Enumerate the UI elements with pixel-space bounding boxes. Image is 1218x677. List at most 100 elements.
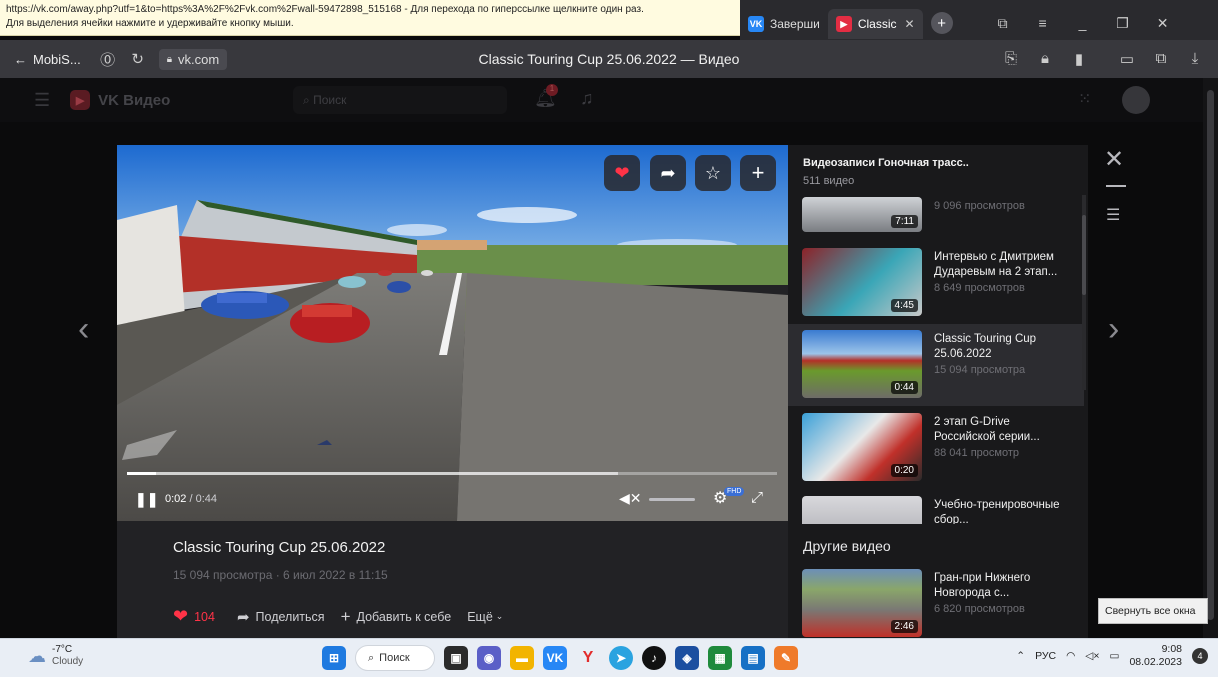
playlist-item-current[interactable]: 0:44 Classic Touring Cup 25.06.2022 15 0… (788, 324, 1084, 406)
tab-vk[interactable]: VK Заверши (740, 9, 828, 39)
wifi-icon[interactable]: ◠ (1066, 650, 1075, 662)
vpn-shield-icon[interactable]: ◈ (675, 646, 699, 670)
excel-icon[interactable]: ▦ (708, 646, 732, 670)
playlist-item[interactable]: Учебно-тренировочные сбор... (788, 490, 1084, 524)
bookmark-icon[interactable]: ▮ (1064, 50, 1094, 68)
share-button[interactable]: ➦ Поделиться (237, 608, 325, 626)
taskbar: ☁ -7°C Cloudy ⊞ ⌕ Поиск ▣ ◉ ▬ VK Y ➤ ♪ ◈… (0, 638, 1218, 677)
prev-video-arrow-icon[interactable]: ‹ (78, 310, 89, 349)
modal-controls: ✕ ☰ (1100, 145, 1136, 235)
apps-grid-icon[interactable]: ⁙ (1078, 89, 1091, 109)
duration-badge: 2:46 (890, 620, 918, 633)
like-button[interactable]: ❤ 104 (173, 606, 215, 627)
tab-classic[interactable]: ▶ Classic ✕ (827, 9, 923, 39)
search-icon: ⌕ (368, 651, 375, 664)
lock-icon: 🔒︎ (166, 53, 173, 65)
plus-icon: + (340, 606, 351, 626)
video-title: Classic Touring Cup 25.06.2022 (173, 539, 386, 556)
back-arrow-icon: ← (14, 51, 27, 67)
volume-muted-icon[interactable]: ◁× (1085, 650, 1099, 662)
duration-badge: 7:11 (891, 215, 918, 228)
tabs-icon[interactable]: ⧉ (983, 15, 1023, 32)
weather-temp: -7°C (52, 644, 73, 655)
clock[interactable]: 9:08 08.02.2023 (1129, 643, 1182, 669)
minimize-modal-icon[interactable] (1106, 185, 1126, 187)
minimize-button[interactable]: _ (1063, 15, 1103, 31)
paint-icon[interactable]: ✎ (774, 646, 798, 670)
tiktok-icon[interactable]: ♪ (642, 646, 666, 670)
time-display: 0:02 / 0:44 (165, 493, 217, 505)
file-explorer-icon[interactable]: ▬ (510, 646, 534, 670)
battery-icon[interactable]: ▭ (1112, 50, 1142, 68)
taskbar-search[interactable]: ⌕ Поиск (355, 645, 435, 671)
url-field[interactable]: 🔒︎ vk.com (158, 48, 228, 70)
more-button[interactable]: Ещё ⌄ (467, 610, 503, 624)
video-meta: 15 094 просмотра · 6 июл 2022 в 11:15 (173, 568, 388, 582)
add-to-mine-button[interactable]: + Добавить к себе (341, 607, 452, 627)
video-frame[interactable] (117, 145, 788, 521)
yandex-browser-icon[interactable]: Y (576, 646, 600, 670)
mute-icon[interactable]: ◀✕ (619, 490, 642, 507)
lock-page-icon[interactable]: 🔒︎ (1030, 50, 1060, 68)
hamburger-icon[interactable]: ☰ (34, 90, 50, 111)
maximize-button[interactable]: ❐ (1103, 15, 1143, 32)
telegram-icon[interactable]: ➤ (609, 646, 633, 670)
close-tab-icon[interactable]: ✕ (905, 17, 915, 31)
close-window-button[interactable]: ✕ (1143, 15, 1183, 32)
weather-widget[interactable]: ☁ -7°C Cloudy (28, 644, 83, 668)
duration-badge: 4:45 (890, 299, 918, 312)
page-scrollbar[interactable] (1203, 78, 1218, 638)
chevron-up-icon[interactable]: ⌃ (1016, 650, 1025, 662)
notification-badge[interactable]: 4 (1192, 648, 1208, 664)
item-title: Classic Touring Cup 25.06.2022 (934, 333, 1037, 360)
reload-icon[interactable]: ↻ (123, 50, 153, 68)
item-title: 2 этап G-Drive Российской серии... (934, 416, 1040, 443)
search-input[interactable]: ⌕ Поиск (293, 86, 507, 114)
video-progress-bar[interactable] (127, 472, 777, 475)
close-modal-icon[interactable]: ✕ (1104, 145, 1124, 174)
avatar[interactable] (1122, 86, 1150, 114)
new-tab-button[interactable]: + (930, 12, 953, 34)
notes-icon[interactable]: ▤ (741, 646, 765, 670)
next-video-arrow-icon[interactable]: › (1108, 310, 1119, 349)
vk-video-logo[interactable]: ▶ (70, 90, 91, 110)
menu-icon[interactable]: ≡ (1023, 15, 1063, 31)
share-video-button[interactable]: ➦ (650, 155, 686, 191)
player-controls: ❚❚ 0:02 / 0:44 ◀✕ ⚙ FHD ⤢ (117, 482, 788, 518)
protect-icon[interactable]: ⓪ (93, 49, 123, 70)
playlist-item[interactable]: 4:45 Интервью с Дмитрием Дударевым на 2 … (788, 242, 1084, 324)
playlist-item[interactable]: 0:20 2 этап G-Drive Российской серии... … (788, 407, 1084, 489)
windows-start-icon[interactable]: ⊞ (322, 646, 346, 670)
race-track-scene (117, 145, 788, 521)
back-button[interactable]: ← MobiS... (0, 52, 93, 67)
like-video-button[interactable]: ❤ (604, 155, 640, 191)
music-icon[interactable]: ♫ (580, 88, 594, 109)
video-thumbnail: 0:44 (802, 330, 922, 398)
favorite-video-button[interactable]: ☆ (695, 155, 731, 191)
add-video-button[interactable]: + (740, 155, 776, 191)
share-page-icon[interactable]: ⎘ (996, 50, 1026, 68)
clock-date: 08.02.2023 (1129, 656, 1182, 668)
pause-icon[interactable]: ❚❚ (135, 491, 158, 508)
playlist-header: Видеозаписи Гоночная трасс.. (803, 157, 969, 169)
url-text: vk.com (178, 51, 220, 67)
other-video-item[interactable]: 2:46 Гран-при Нижнего Новгорода с... 6 8… (788, 563, 1084, 638)
vk-app-icon[interactable]: VK (543, 646, 567, 670)
download-icon[interactable]: ⤓ (1180, 50, 1210, 68)
duration-badge: 0:44 (890, 381, 918, 394)
search-placeholder: Поиск (313, 93, 347, 107)
playlist-toggle-icon[interactable]: ☰ (1106, 205, 1120, 225)
chat-icon[interactable]: ◉ (477, 646, 501, 670)
battery-icon[interactable]: ▭ (1110, 650, 1120, 662)
brand-title: VK Видео (98, 91, 171, 109)
fullscreen-icon[interactable]: ⤢ (751, 489, 763, 506)
item-views: 6 820 просмотров (934, 603, 1025, 615)
volume-slider[interactable] (649, 498, 695, 501)
duration-badge: 0:20 (890, 464, 918, 477)
extensions-icon[interactable]: ⧉ (1146, 50, 1176, 68)
language-indicator[interactable]: РУС (1035, 650, 1056, 662)
playlist-scrollbar[interactable] (1082, 195, 1086, 390)
weather-desc: Cloudy (52, 656, 84, 667)
heart-icon: ❤ (173, 606, 189, 626)
task-view-icon[interactable]: ▣ (444, 646, 468, 670)
